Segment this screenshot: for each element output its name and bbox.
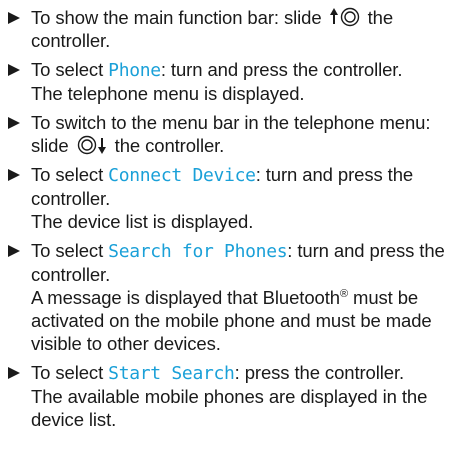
triangle-bullet-icon — [8, 245, 20, 257]
step-select-connect-device: To select Connect Device: turn and press… — [6, 163, 459, 233]
step-text: To select — [31, 362, 104, 383]
step-result: The telephone menu is displayed. — [31, 83, 305, 104]
step-text: To select — [31, 164, 104, 185]
instruction-page: To show the main function bar: slide the… — [0, 0, 465, 463]
triangle-bullet-icon — [8, 64, 20, 76]
step-text: To select — [31, 240, 104, 261]
menu-keyword-phone: Phone — [108, 60, 161, 81]
triangle-bullet-icon — [8, 117, 20, 129]
menu-keyword-start-search: Start Search — [108, 363, 235, 384]
step-select-start-search: To select Start Search: press the contro… — [6, 361, 459, 431]
step-switch-menu-bar: To switch to the menu bar in the telepho… — [6, 111, 459, 157]
menu-keyword-search-for-phones: Search for Phones — [108, 241, 288, 262]
step-text: : turn and press the controller. — [160, 59, 403, 80]
controller-slide-down-icon — [77, 135, 107, 155]
triangle-bullet-icon — [8, 367, 20, 379]
registered-mark: ® — [339, 287, 348, 300]
step-text: To show the main function bar: slide — [31, 7, 322, 28]
step-select-phone: To select Phone: turn and press the cont… — [6, 58, 459, 105]
step-show-main-function-bar: To show the main function bar: slide the… — [6, 6, 459, 52]
step-text: the controller. — [114, 135, 225, 156]
step-text: To select — [31, 59, 104, 80]
menu-keyword-connect-device: Connect Device — [108, 165, 256, 186]
step-text: : press the controller. — [234, 362, 405, 383]
step-result: A message is displayed that Bluetooth — [31, 287, 340, 308]
step-result: The device list is displayed. — [31, 211, 254, 232]
controller-slide-up-icon — [329, 7, 360, 27]
step-result: The available mobile phones are displaye… — [31, 386, 428, 430]
step-select-search-for-phones: To select Search for Phones: turn and pr… — [6, 239, 459, 355]
triangle-bullet-icon — [8, 12, 20, 24]
triangle-bullet-icon — [8, 169, 20, 181]
